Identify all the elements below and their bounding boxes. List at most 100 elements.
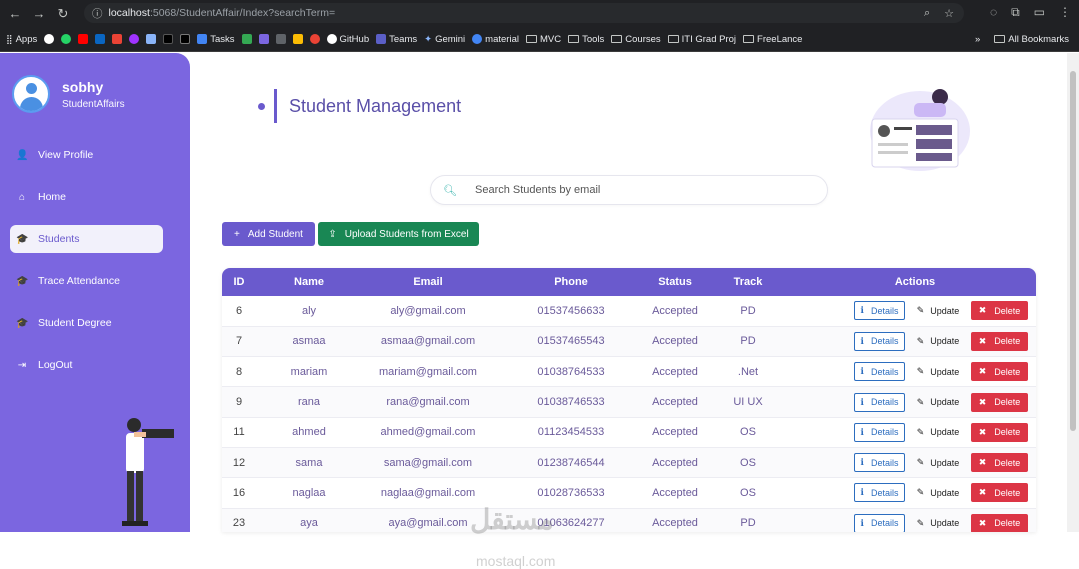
reload-icon[interactable]: ↻	[54, 5, 72, 23]
gmail-icon[interactable]	[112, 34, 123, 44]
details-button[interactable]: ℹ Details	[854, 513, 905, 532]
delete-button[interactable]: ✖ Delete	[971, 483, 1028, 503]
info-icon: ℹ	[860, 457, 864, 468]
page-scrollbar[interactable]	[1067, 53, 1079, 532]
delete-button[interactable]: ✖ Delete	[971, 301, 1028, 321]
info-icon: ℹ	[860, 396, 864, 407]
bookmark-iti-grad-proj[interactable]: ITI Grad Proj	[667, 34, 736, 45]
puzzle-icon[interactable]: ⧉	[1011, 5, 1020, 20]
sidebar-item-student-degree[interactable]: 🎓 Student Degree	[10, 309, 163, 337]
update-button[interactable]: ✎ Update	[913, 483, 963, 502]
folder-icon	[525, 35, 537, 43]
google-icon[interactable]	[44, 34, 55, 44]
messenger-icon[interactable]	[129, 34, 140, 44]
address-bar[interactable]: ⓘ localhost:5068/StudentAffair/Index?sea…	[84, 3, 964, 23]
cell-track: UI UX	[733, 396, 763, 409]
cell-phone: 01038764533	[537, 365, 605, 378]
extension-icon[interactable]: ◌	[990, 5, 997, 20]
cell-status: Accepted	[652, 517, 698, 530]
details-button[interactable]: ℹ Details	[854, 453, 905, 473]
row-actions: ℹ Details ✎ Update ✖ Delete	[794, 362, 1036, 382]
bookmark-freelance[interactable]: FreeLance	[743, 34, 802, 45]
delete-button[interactable]: ✖ Delete	[971, 453, 1028, 473]
whatsapp-icon[interactable]	[61, 34, 72, 44]
cell-status: Accepted	[652, 335, 698, 348]
bookmark-material[interactable]: material	[472, 34, 519, 45]
bookmark-gemini[interactable]: ✦ Gemini	[424, 34, 465, 45]
linkedin-icon[interactable]	[95, 34, 106, 44]
star-icon[interactable]: ☆	[944, 7, 954, 20]
bookmark-tasks[interactable]: Tasks	[197, 34, 235, 45]
app-icon-2[interactable]	[258, 34, 269, 44]
details-button[interactable]: ℹ Details	[854, 392, 905, 412]
menu-icon[interactable]: ⋮	[1059, 5, 1071, 20]
forward-icon[interactable]: →	[30, 5, 48, 23]
upload-excel-button[interactable]: ⇪ Upload Students from Excel	[318, 222, 479, 246]
pencil-icon: ✎	[916, 335, 925, 346]
details-button[interactable]: ℹ Details	[854, 301, 905, 321]
details-button[interactable]: ℹ Details	[854, 331, 905, 351]
sidebar-item-logout[interactable]: ⇥ LogOut	[10, 351, 163, 379]
watermark-text: مستقل	[470, 504, 554, 535]
sidebar-item-label: Students	[38, 233, 80, 245]
delete-button[interactable]: ✖ Delete	[971, 331, 1028, 351]
info-icon: ℹ	[860, 517, 864, 528]
app-icon-5[interactable]	[309, 34, 320, 44]
sidebar-item-students[interactable]: 🎓 Students	[10, 225, 163, 253]
delete-button[interactable]: ✖ Delete	[971, 392, 1028, 412]
delete-button[interactable]: ✖ Delete	[971, 362, 1028, 382]
sidebar-item-trace-attendance[interactable]: 🎓 Trace Attendance	[10, 267, 163, 295]
bookmark-apps[interactable]: ⣿ Apps	[6, 34, 37, 45]
site-info-icon[interactable]: ⓘ	[92, 6, 103, 21]
update-button[interactable]: ✎ Update	[913, 514, 963, 532]
chevron-right-icon[interactable]: »	[975, 34, 980, 45]
flag-icon[interactable]: ▭	[1034, 5, 1045, 20]
update-button[interactable]: ✎ Update	[913, 453, 963, 472]
scroll-thumb[interactable]	[1070, 71, 1076, 431]
sidebar-item-view-profile[interactable]: 👤 View Profile	[10, 141, 163, 169]
add-student-button[interactable]: + Add Student	[222, 222, 315, 246]
sign-out-icon: ⇥	[17, 359, 27, 371]
search-input[interactable]	[475, 184, 815, 196]
drive-icon[interactable]	[241, 34, 252, 44]
tasks-icon	[197, 34, 208, 44]
update-button[interactable]: ✎ Update	[913, 332, 963, 351]
cell-phone: 01238746544	[537, 456, 605, 469]
details-button[interactable]: ℹ Details	[854, 483, 905, 503]
cell-track: OS	[740, 426, 756, 439]
cell-track: .Net	[737, 365, 759, 378]
bookmark-tools[interactable]: Tools	[568, 34, 604, 45]
table-row: 11 ahmed ahmed@gmail.com 01123454533 Accepte…	[222, 417, 1036, 448]
details-button[interactable]: ℹ Details	[854, 422, 905, 442]
back-icon[interactable]: ←	[6, 5, 24, 23]
cell-email: aly@gmail.com	[390, 304, 466, 317]
bookmark-all[interactable]: All Bookmarks	[994, 34, 1069, 45]
update-button[interactable]: ✎ Update	[913, 301, 963, 320]
pencil-icon: ✎	[916, 457, 925, 468]
details-button[interactable]: ℹ Details	[854, 362, 905, 382]
row-actions: ℹ Details ✎ Update ✖ Delete	[794, 392, 1036, 412]
app-icon-3[interactable]	[275, 34, 286, 44]
user-delete-icon: ✖	[978, 517, 987, 528]
bookmark-courses[interactable]: Courses	[611, 34, 661, 45]
delete-button[interactable]: ✖ Delete	[971, 422, 1028, 442]
update-button[interactable]: ✎ Update	[913, 423, 963, 442]
bookmark-github[interactable]: GitHub	[326, 34, 369, 45]
tiktok-icon[interactable]	[163, 34, 174, 44]
cell-name: sama	[295, 456, 323, 469]
app-icon[interactable]	[146, 34, 157, 44]
update-button[interactable]: ✎ Update	[913, 393, 963, 412]
bookmark-mvc[interactable]: MVC	[525, 34, 561, 45]
delete-button[interactable]: ✖ Delete	[971, 513, 1028, 532]
cell-id: 11	[233, 426, 245, 439]
app-icon-4[interactable]	[292, 34, 303, 44]
user-delete-icon: ✖	[978, 487, 987, 498]
bookmark-teams[interactable]: Teams	[376, 34, 417, 45]
x-icon[interactable]	[180, 34, 191, 44]
sidebar-item-home[interactable]: ⌂ Home	[10, 183, 163, 211]
graduation-cap-icon: 🎓	[16, 317, 29, 329]
zoom-icon[interactable]: ⌕	[924, 7, 930, 20]
update-button[interactable]: ✎ Update	[913, 362, 963, 381]
info-icon: ℹ	[860, 305, 864, 316]
youtube-icon[interactable]	[78, 34, 89, 44]
